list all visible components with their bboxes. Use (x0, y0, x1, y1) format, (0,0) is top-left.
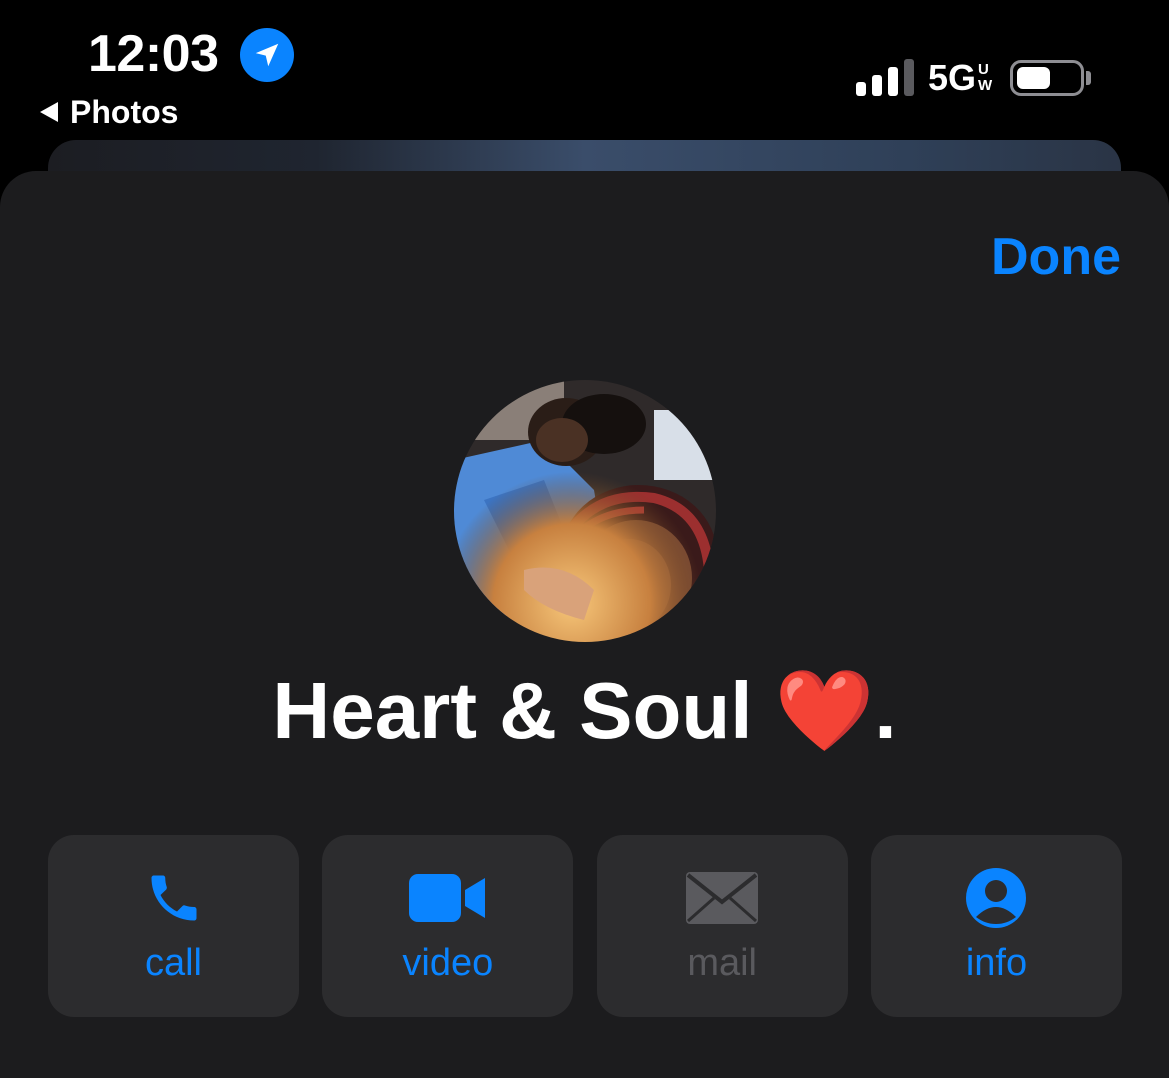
mail-button: mail (596, 835, 848, 1017)
network-type: 5G (928, 57, 977, 98)
done-button[interactable]: Done (991, 227, 1121, 287)
info-button-label: info (965, 942, 1028, 984)
mail-button-label: mail (687, 942, 757, 984)
cellular-signal-icon (856, 59, 914, 96)
battery-fill (1017, 67, 1050, 89)
network-indicator: 5G U W (928, 58, 992, 98)
network-uw-badge: U W (978, 61, 993, 94)
back-link-label: Photos (70, 93, 179, 130)
location-arrow-icon (240, 28, 294, 82)
contact-sheet: Done Heart & Soul ❤️. call video mail in… (0, 171, 1169, 1078)
envelope-icon (686, 872, 759, 924)
call-button[interactable]: call (48, 835, 299, 1017)
video-button-label: video (402, 942, 494, 984)
battery-cap (1086, 71, 1091, 85)
video-camera-icon (408, 874, 485, 922)
battery-icon (1010, 60, 1084, 96)
phone-icon (151, 875, 196, 921)
video-button[interactable]: video (322, 835, 574, 1017)
back-triangle-icon (40, 102, 58, 122)
status-time: 12:03 (88, 25, 219, 83)
info-button[interactable]: info (870, 835, 1122, 1017)
contact-actions: call video mail info (48, 835, 1122, 1017)
contact-name: Heart & Soul ❤️. (272, 666, 897, 755)
person-circle-icon (966, 868, 1027, 928)
call-button-label: call (144, 942, 203, 984)
contact-avatar (454, 380, 716, 642)
back-to-photos-link[interactable]: Photos (38, 92, 178, 132)
